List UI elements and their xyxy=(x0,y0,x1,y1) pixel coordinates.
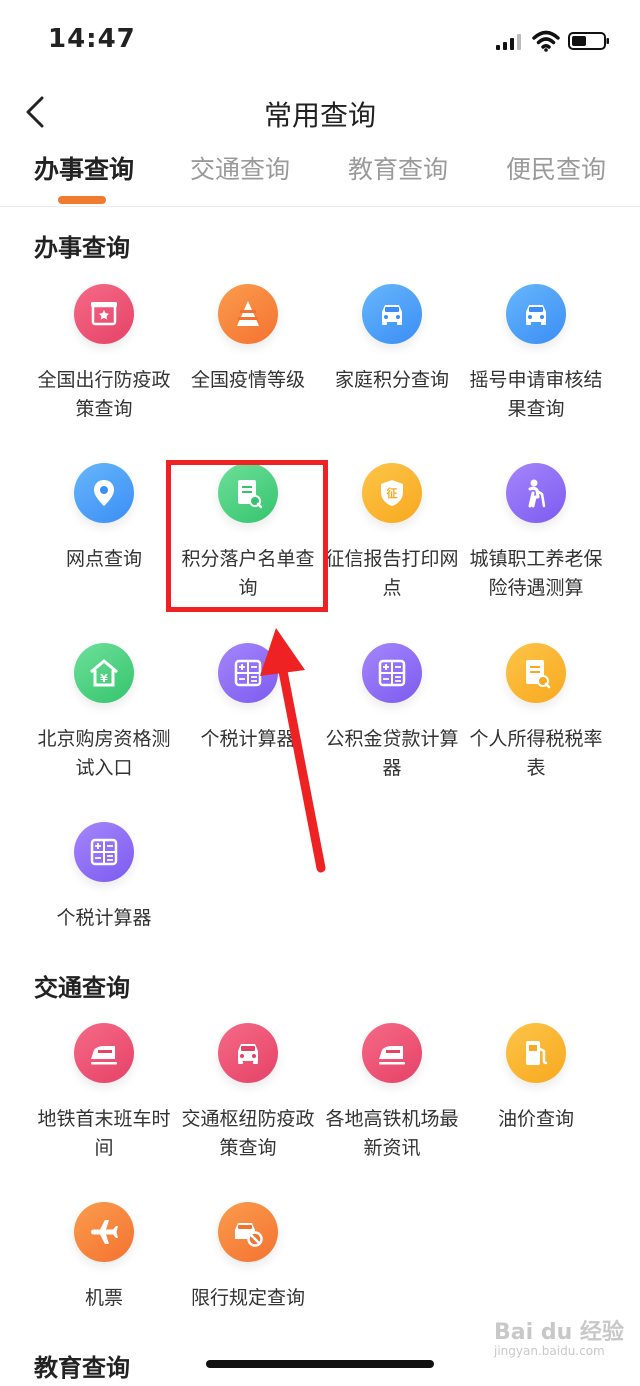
service-item-tax-rate-table[interactable]: 个人所得税税率表 xyxy=(464,643,608,783)
service-item-epidemic-level[interactable]: 全国疫情等级 xyxy=(176,284,320,395)
battery-icon xyxy=(568,32,609,50)
service-item-fuel-price[interactable]: 油价查询 xyxy=(464,1023,608,1134)
service-item-label: 公积金贷款计算器 xyxy=(325,728,459,779)
location-pin-icon xyxy=(74,463,134,523)
fuel-pump-icon xyxy=(506,1023,566,1083)
nav-bar: 常用查询 xyxy=(0,88,640,138)
service-item-label: 城镇职工养老保险待遇测算 xyxy=(469,548,603,599)
service-item-air-tickets[interactable]: 机票 xyxy=(32,1202,176,1313)
status-bar: 14:47 xyxy=(0,0,640,80)
section-title-jiaotong: 交通查询 xyxy=(34,974,130,1002)
service-item-purchase-eligibility[interactable]: ¥ 北京购房资格测试入口 xyxy=(32,643,176,783)
page-title: 常用查询 xyxy=(263,99,376,132)
wifi-icon xyxy=(532,30,560,52)
credit-shield-icon: 征 xyxy=(362,463,422,523)
elderly-person-icon xyxy=(506,463,566,523)
service-item-label: 全国疫情等级 xyxy=(190,369,305,391)
status-time: 14:47 xyxy=(48,24,136,54)
svg-text:¥: ¥ xyxy=(100,672,108,685)
traffic-cone-icon xyxy=(218,284,278,344)
service-item-outlets[interactable]: 网点查询 xyxy=(32,463,176,574)
service-item-label: 家庭积分查询 xyxy=(334,369,449,391)
service-item-rail-airport-news[interactable]: 各地高铁机场最新资讯 xyxy=(320,1023,464,1163)
calculator-icon xyxy=(218,643,278,703)
service-item-lottery-review[interactable]: 摇号申请审核结果查询 xyxy=(464,284,608,424)
tab-bianmin[interactable]: 便民查询 xyxy=(506,150,606,186)
service-item-pension-calc[interactable]: 城镇职工养老保险待遇测算 xyxy=(464,463,608,603)
watermark-site: jingyan.baidu.com xyxy=(494,1344,605,1358)
car-icon xyxy=(218,1023,278,1083)
train-icon xyxy=(74,1023,134,1083)
highlight-box xyxy=(166,460,328,612)
car-icon xyxy=(506,284,566,344)
baidu-jingyan-watermark: Bai du 经验 jingyan.baidu.com xyxy=(494,1314,624,1370)
active-tab-indicator xyxy=(58,196,106,204)
service-item-label: 个税计算器 xyxy=(56,907,152,929)
airplane-icon xyxy=(74,1202,134,1262)
tab-jiaoyu[interactable]: 教育查询 xyxy=(348,150,448,186)
service-item-tax-calculator-2[interactable]: 个税计算器 xyxy=(32,822,176,933)
home-indicator[interactable] xyxy=(206,1360,434,1368)
service-item-family-points[interactable]: 家庭积分查询 xyxy=(320,284,464,395)
service-item-label: 油价查询 xyxy=(497,1108,574,1130)
service-item-tax-calculator[interactable]: 个税计算器 xyxy=(176,643,320,754)
restricted-car-icon xyxy=(218,1202,278,1262)
tab-jiaotong[interactable]: 交通查询 xyxy=(190,150,290,186)
category-tabs: 办事查询 交通查询 教育查询 便民查询 xyxy=(0,148,640,207)
train-icon xyxy=(362,1023,422,1083)
service-item-label: 限行规定查询 xyxy=(190,1287,305,1309)
car-icon xyxy=(362,284,422,344)
service-item-label: 机票 xyxy=(84,1287,123,1309)
watermark-brand: Bai du 经验 xyxy=(494,1320,624,1345)
service-item-hub-policy[interactable]: 交通枢纽防疫政策查询 xyxy=(176,1023,320,1163)
section-title-jiaoyu: 教育查询 xyxy=(34,1354,130,1382)
service-item-travel-policy[interactable]: 全国出行防疫政策查询 xyxy=(32,284,176,424)
cellular-signal-icon xyxy=(496,34,521,50)
calculator-icon xyxy=(74,822,134,882)
service-item-label: 网点查询 xyxy=(65,548,142,570)
service-item-label: 摇号申请审核结果查询 xyxy=(469,369,603,420)
svg-text:征: 征 xyxy=(387,486,398,500)
service-item-label: 全国出行防疫政策查询 xyxy=(37,369,171,420)
service-item-label: 个税计算器 xyxy=(200,728,296,750)
document-search-icon xyxy=(506,643,566,703)
service-item-label: 地铁首末班车时间 xyxy=(37,1108,171,1159)
tab-banshi[interactable]: 办事查询 xyxy=(34,150,134,186)
service-item-subway-times[interactable]: 地铁首末班车时间 xyxy=(32,1023,176,1163)
section-title-banshi: 办事查询 xyxy=(34,234,130,262)
service-item-credit-report[interactable]: 征 征信报告打印网点 xyxy=(320,463,464,603)
service-item-traffic-restriction[interactable]: 限行规定查询 xyxy=(176,1202,320,1313)
service-item-label: 个人所得税税率表 xyxy=(469,728,603,779)
service-item-label: 交通枢纽防疫政策查询 xyxy=(181,1108,315,1159)
service-item-label: 各地高铁机场最新资讯 xyxy=(325,1108,459,1159)
gift-box-icon xyxy=(74,284,134,344)
calculator-icon xyxy=(362,643,422,703)
service-item-fund-loan-calc[interactable]: 公积金贷款计算器 xyxy=(320,643,464,783)
service-item-label: 征信报告打印网点 xyxy=(325,548,459,599)
house-yuan-icon: ¥ xyxy=(74,643,134,703)
service-item-label: 北京购房资格测试入口 xyxy=(37,728,171,779)
